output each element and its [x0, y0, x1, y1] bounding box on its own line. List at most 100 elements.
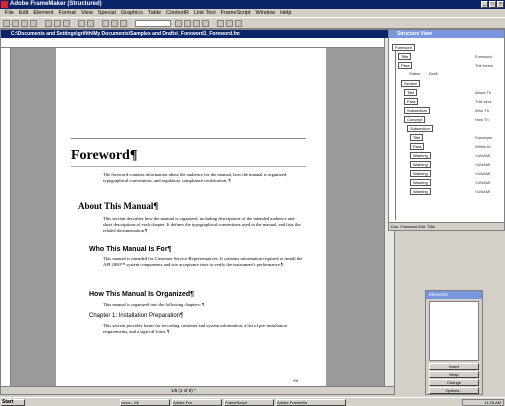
- app-title-bar: Adobe FrameMaker (Structured): [0, 0, 505, 9]
- spellcheck-icon[interactable]: [226, 20, 233, 27]
- paste-icon[interactable]: [63, 20, 70, 27]
- redo-icon[interactable]: [87, 20, 94, 27]
- menu-file[interactable]: File: [5, 9, 14, 17]
- menu-contextr[interactable]: ContextR: [166, 9, 189, 17]
- task-inbox[interactable]: Inbox - Mi: [120, 399, 170, 406]
- who-paragraph[interactable]: This manual is intended for Customer Ser…: [103, 256, 303, 268]
- change-button[interactable]: Change: [429, 379, 479, 386]
- save-icon[interactable]: [21, 20, 28, 27]
- bold-icon[interactable]: [102, 20, 109, 27]
- menu-element[interactable]: Element: [33, 9, 53, 17]
- close-button[interactable]: ×: [497, 1, 504, 8]
- menu-view[interactable]: View: [81, 9, 93, 17]
- task-framescript[interactable]: FrameScript: [224, 399, 274, 406]
- text-8: <UNAMI: [475, 153, 491, 158]
- menu-help[interactable]: Help: [280, 9, 291, 17]
- menu-framescript[interactable]: FrameScript: [221, 9, 251, 17]
- who-heading[interactable]: Who This Manual Is For¶: [89, 246, 171, 253]
- app-title: Adobe FrameMaker (Structured): [10, 1, 102, 7]
- structure-view-title: Structure View: [397, 31, 432, 37]
- align-left-icon[interactable]: [175, 20, 182, 27]
- foreword-paragraph[interactable]: The foreword contains information about …: [103, 172, 303, 184]
- vertical-ruler[interactable]: [1, 48, 11, 386]
- copy-icon[interactable]: [54, 20, 61, 27]
- menu-table[interactable]: Table: [148, 9, 161, 17]
- node-section-title[interactable]: Title: [404, 89, 418, 96]
- open-icon[interactable]: [12, 20, 19, 27]
- horizontal-ruler[interactable]: [1, 38, 384, 48]
- maximize-button[interactable]: □: [489, 1, 496, 8]
- document-status-bar: 1/8 (1 of 8) *: [1, 386, 394, 394]
- chapter1-heading[interactable]: Chapter 1: Installation Preparation¶: [89, 313, 183, 319]
- node-subsection[interactable]: Subsection: [404, 107, 430, 114]
- text-11: <UNAMI: [475, 180, 491, 185]
- zoom-icon[interactable]: [235, 20, 242, 27]
- text-4: Who Th: [475, 108, 489, 113]
- node-warning-4[interactable]: Warning: [410, 179, 431, 186]
- undo-icon[interactable]: [78, 20, 85, 27]
- text-7: Within th: [475, 144, 491, 149]
- about-heading[interactable]: About This Manual¶: [78, 201, 158, 211]
- node-title[interactable]: Title: [398, 53, 412, 60]
- element-catalog-title: Elements: [429, 292, 448, 297]
- print-icon[interactable]: [30, 20, 37, 27]
- document-page[interactable]: Foreword¶ The foreword contains informat…: [56, 48, 326, 386]
- node-warning-3[interactable]: Warning: [410, 170, 431, 177]
- how-heading[interactable]: How This Manual Is Organized¶: [89, 291, 194, 298]
- chapter1-paragraph[interactable]: This section provides forms for recordin…: [103, 323, 303, 335]
- menu-bar: File Edit Element Format View Special Gr…: [0, 9, 505, 17]
- element-catalog-list[interactable]: [429, 301, 479, 361]
- node-warning-2[interactable]: Warning: [410, 161, 431, 168]
- element-catalog-title-bar: Elements: [426, 291, 482, 299]
- insert-button[interactable]: Insert: [429, 363, 479, 370]
- window-controls: _ □ ×: [481, 1, 504, 8]
- task-adobe-framemaker[interactable]: Adobe FrameMa: [276, 399, 346, 406]
- menu-special[interactable]: Special: [98, 9, 116, 17]
- italic-icon[interactable]: [111, 20, 118, 27]
- start-button[interactable]: Start: [1, 399, 25, 406]
- app-icon: [1, 1, 8, 8]
- text-10: <UNAMI: [475, 171, 491, 176]
- node-sub-para[interactable]: Para: [410, 143, 425, 150]
- node-subsection-2[interactable]: Subsection: [407, 125, 433, 132]
- menu-window[interactable]: Window: [256, 9, 276, 17]
- align-center-icon[interactable]: [184, 20, 191, 27]
- node-warning-1[interactable]: Warning: [410, 152, 431, 159]
- node-warning-5[interactable]: Warning: [410, 188, 431, 195]
- heading-rule: [71, 166, 306, 167]
- menu-edit[interactable]: Edit: [19, 9, 28, 17]
- paragraph-format-combo[interactable]: [135, 20, 171, 27]
- minimize-button[interactable]: _: [481, 1, 488, 8]
- document-path: C:\Documents and Settings\grifith\My Doc…: [11, 31, 240, 37]
- align-right-icon[interactable]: [193, 20, 200, 27]
- menu-format[interactable]: Format: [59, 9, 76, 17]
- page-marker: VII: [293, 378, 298, 383]
- node-foreword[interactable]: Foreword: [392, 44, 415, 51]
- new-doc-icon[interactable]: [3, 20, 10, 27]
- node-concept[interactable]: Concept: [404, 116, 425, 123]
- options-button[interactable]: Options...: [429, 387, 479, 394]
- menu-graphics[interactable]: Graphics: [121, 9, 143, 17]
- wrap-button[interactable]: Wrap: [429, 371, 479, 378]
- structure-footer: Doc: Foreword Elm: Title: [389, 222, 504, 230]
- justify-icon[interactable]: [202, 20, 209, 27]
- cut-icon[interactable]: [45, 20, 52, 27]
- node-sub-title[interactable]: Title: [410, 134, 424, 141]
- header-rule: [71, 138, 306, 139]
- task-adobe-fra[interactable]: Adobe Fra: [172, 399, 222, 406]
- text-3: This sect: [475, 99, 492, 104]
- table-icon[interactable]: [217, 20, 224, 27]
- node-section-para[interactable]: Para: [404, 98, 419, 105]
- document-window: C:\Documents and Settings\grifith\My Doc…: [0, 29, 395, 395]
- document-canvas: Foreword¶ The foreword contains informat…: [11, 48, 384, 386]
- underline-icon[interactable]: [120, 20, 127, 27]
- foreword-heading[interactable]: Foreword¶: [71, 148, 137, 164]
- node-section[interactable]: Section: [401, 80, 421, 87]
- node-para[interactable]: Para: [398, 62, 413, 69]
- page-status: 1/8 (1 of 8) *: [171, 388, 196, 393]
- how-paragraph[interactable]: This manual is organized into the follow…: [103, 302, 303, 308]
- text-2: About Th: [475, 90, 492, 95]
- menu-link-tool[interactable]: Link Tool: [194, 9, 216, 17]
- text-6: Conceptu: [475, 135, 493, 140]
- about-paragraph[interactable]: This section describes how the manual is…: [103, 216, 303, 234]
